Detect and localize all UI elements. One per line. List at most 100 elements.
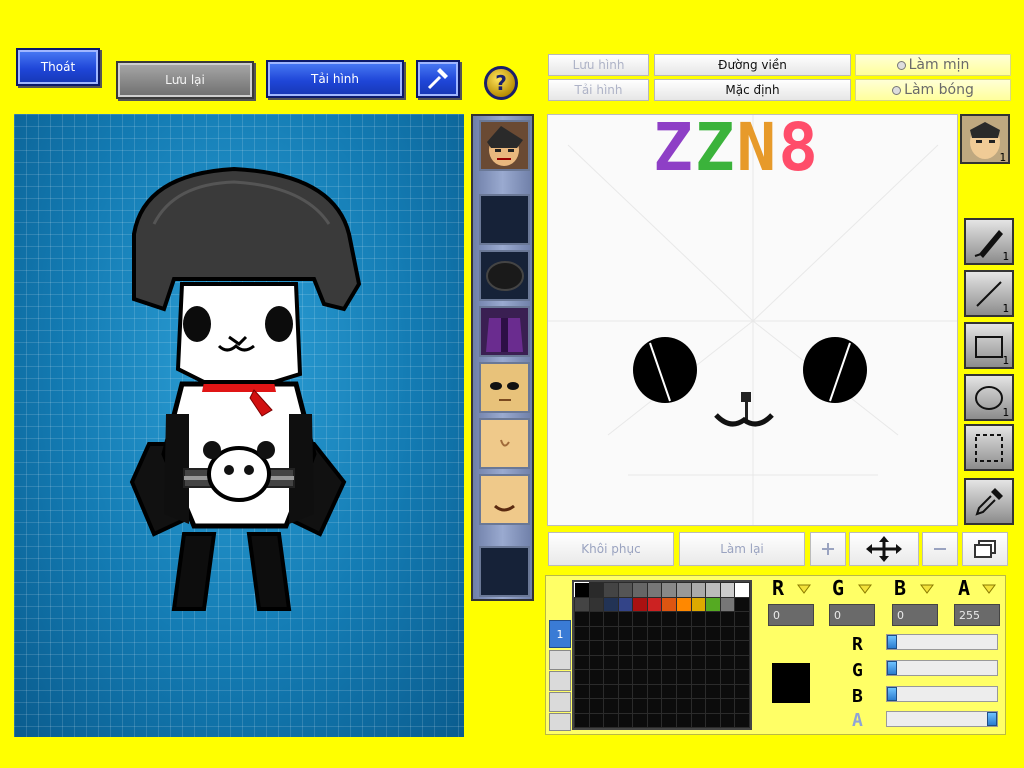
palette-swatch[interactable] xyxy=(734,669,750,685)
palette-swatch[interactable] xyxy=(690,611,707,627)
palette-swatch[interactable] xyxy=(661,640,678,656)
palette-swatch[interactable] xyxy=(588,640,605,656)
slider-knob[interactable] xyxy=(887,635,897,649)
palette-swatch[interactable] xyxy=(574,640,590,656)
palette-swatch[interactable] xyxy=(690,683,707,699)
palette-swatch[interactable] xyxy=(617,669,634,685)
palette-swatch[interactable] xyxy=(676,582,692,598)
palette-swatch[interactable] xyxy=(603,712,619,728)
palette-swatch[interactable] xyxy=(603,654,619,670)
palette-swatch[interactable] xyxy=(574,712,590,728)
palette-swatch[interactable] xyxy=(734,582,750,598)
outline-tab[interactable]: Đường viền xyxy=(654,54,851,76)
palette-swatch[interactable] xyxy=(676,712,692,728)
palette-swatch[interactable] xyxy=(690,596,707,612)
part-thumb-outfit[interactable] xyxy=(479,306,530,357)
palette-swatch[interactable] xyxy=(705,625,721,641)
palette-swatch[interactable] xyxy=(719,596,736,612)
channel-g-dropdown[interactable] xyxy=(858,580,874,596)
channel-g-value[interactable]: 0 xyxy=(829,604,875,626)
zoom-out-button[interactable] xyxy=(922,532,958,566)
palette-swatch[interactable] xyxy=(705,596,721,612)
palette-swatch[interactable] xyxy=(574,611,590,627)
palette-swatch[interactable] xyxy=(632,683,648,699)
palette-swatch[interactable] xyxy=(646,712,663,728)
shiny-toggle[interactable]: Làm bóng xyxy=(855,79,1011,101)
palette-swatch[interactable] xyxy=(661,712,678,728)
palette-swatch[interactable] xyxy=(617,712,634,728)
palette-swatch[interactable] xyxy=(574,625,590,641)
palette-swatch[interactable] xyxy=(661,683,678,699)
drawing-canvas[interactable]: ZZN8 xyxy=(547,114,958,526)
palette-swatch[interactable] xyxy=(661,654,678,670)
palette-swatch[interactable] xyxy=(719,683,736,699)
palette-swatch[interactable] xyxy=(719,712,736,728)
palette-swatch[interactable] xyxy=(719,582,736,598)
channel-a-dropdown[interactable] xyxy=(982,580,998,596)
palette-swatch[interactable] xyxy=(719,625,736,641)
brush-tool[interactable]: 1 xyxy=(964,218,1014,265)
palette-swatch[interactable] xyxy=(676,611,692,627)
part-thumb-empty-1[interactable] xyxy=(479,194,530,245)
palette-page-tab-1[interactable]: 1 xyxy=(549,620,571,648)
palette-swatch[interactable] xyxy=(588,683,605,699)
part-selector[interactable]: 1 xyxy=(960,114,1010,164)
palette-swatch[interactable] xyxy=(690,654,707,670)
palette-swatch[interactable] xyxy=(661,596,678,612)
slider-knob[interactable] xyxy=(887,687,897,701)
palette-swatch[interactable] xyxy=(632,596,648,612)
ellipse-tool[interactable]: 1 xyxy=(964,374,1014,421)
palette-swatch[interactable] xyxy=(661,698,678,714)
palette-swatch[interactable] xyxy=(646,625,663,641)
palette-swatch[interactable] xyxy=(734,683,750,699)
palette-swatch[interactable] xyxy=(690,669,707,685)
palette-swatch[interactable] xyxy=(588,698,605,714)
palette-swatch[interactable] xyxy=(705,669,721,685)
load-image-tab[interactable]: Tải hình xyxy=(548,79,649,101)
palette-swatch[interactable] xyxy=(705,611,721,627)
eyedropper-tool[interactable] xyxy=(964,478,1014,525)
palette-swatch[interactable] xyxy=(632,712,648,728)
palette-swatch[interactable] xyxy=(632,669,648,685)
palette-page-tab-5[interactable] xyxy=(549,713,571,731)
palette-swatch[interactable] xyxy=(588,611,605,627)
palette-swatch[interactable] xyxy=(588,625,605,641)
palette-swatch[interactable] xyxy=(603,698,619,714)
slider-knob[interactable] xyxy=(987,712,997,726)
layers-button[interactable] xyxy=(962,532,1008,566)
palette-page-tab-4[interactable] xyxy=(549,692,571,712)
palette-swatch[interactable] xyxy=(661,582,678,598)
palette-swatch[interactable] xyxy=(603,611,619,627)
palette-page-tab-2[interactable] xyxy=(549,650,571,670)
default-tab[interactable]: Mặc định xyxy=(654,79,851,101)
palette-swatch[interactable] xyxy=(676,625,692,641)
palette-swatch[interactable] xyxy=(676,683,692,699)
palette-swatch[interactable] xyxy=(690,712,707,728)
rectangle-tool[interactable]: 1 xyxy=(964,322,1014,369)
palette-swatch[interactable] xyxy=(603,669,619,685)
palette-swatch[interactable] xyxy=(661,669,678,685)
palette-swatch[interactable] xyxy=(646,669,663,685)
move-button[interactable] xyxy=(849,532,919,566)
slider-b[interactable] xyxy=(886,686,998,702)
palette-swatch[interactable] xyxy=(617,596,634,612)
palette-swatch[interactable] xyxy=(705,640,721,656)
palette-swatch[interactable] xyxy=(574,698,590,714)
channel-b-dropdown[interactable] xyxy=(920,580,936,596)
palette-swatch[interactable] xyxy=(617,625,634,641)
palette-swatch[interactable] xyxy=(632,698,648,714)
character-preview[interactable] xyxy=(14,114,464,737)
palette-swatch[interactable] xyxy=(734,625,750,641)
palette-swatch[interactable] xyxy=(676,654,692,670)
palette-swatch[interactable] xyxy=(632,582,648,598)
palette-swatch[interactable] xyxy=(705,654,721,670)
palette-swatch[interactable] xyxy=(719,654,736,670)
palette-swatch[interactable] xyxy=(661,611,678,627)
palette-swatch[interactable] xyxy=(588,654,605,670)
channel-b-value[interactable]: 0 xyxy=(892,604,938,626)
palette-swatch[interactable] xyxy=(603,582,619,598)
palette-swatch[interactable] xyxy=(574,669,590,685)
palette-swatch[interactable] xyxy=(705,582,721,598)
palette-swatch[interactable] xyxy=(661,625,678,641)
palette-swatch[interactable] xyxy=(719,611,736,627)
